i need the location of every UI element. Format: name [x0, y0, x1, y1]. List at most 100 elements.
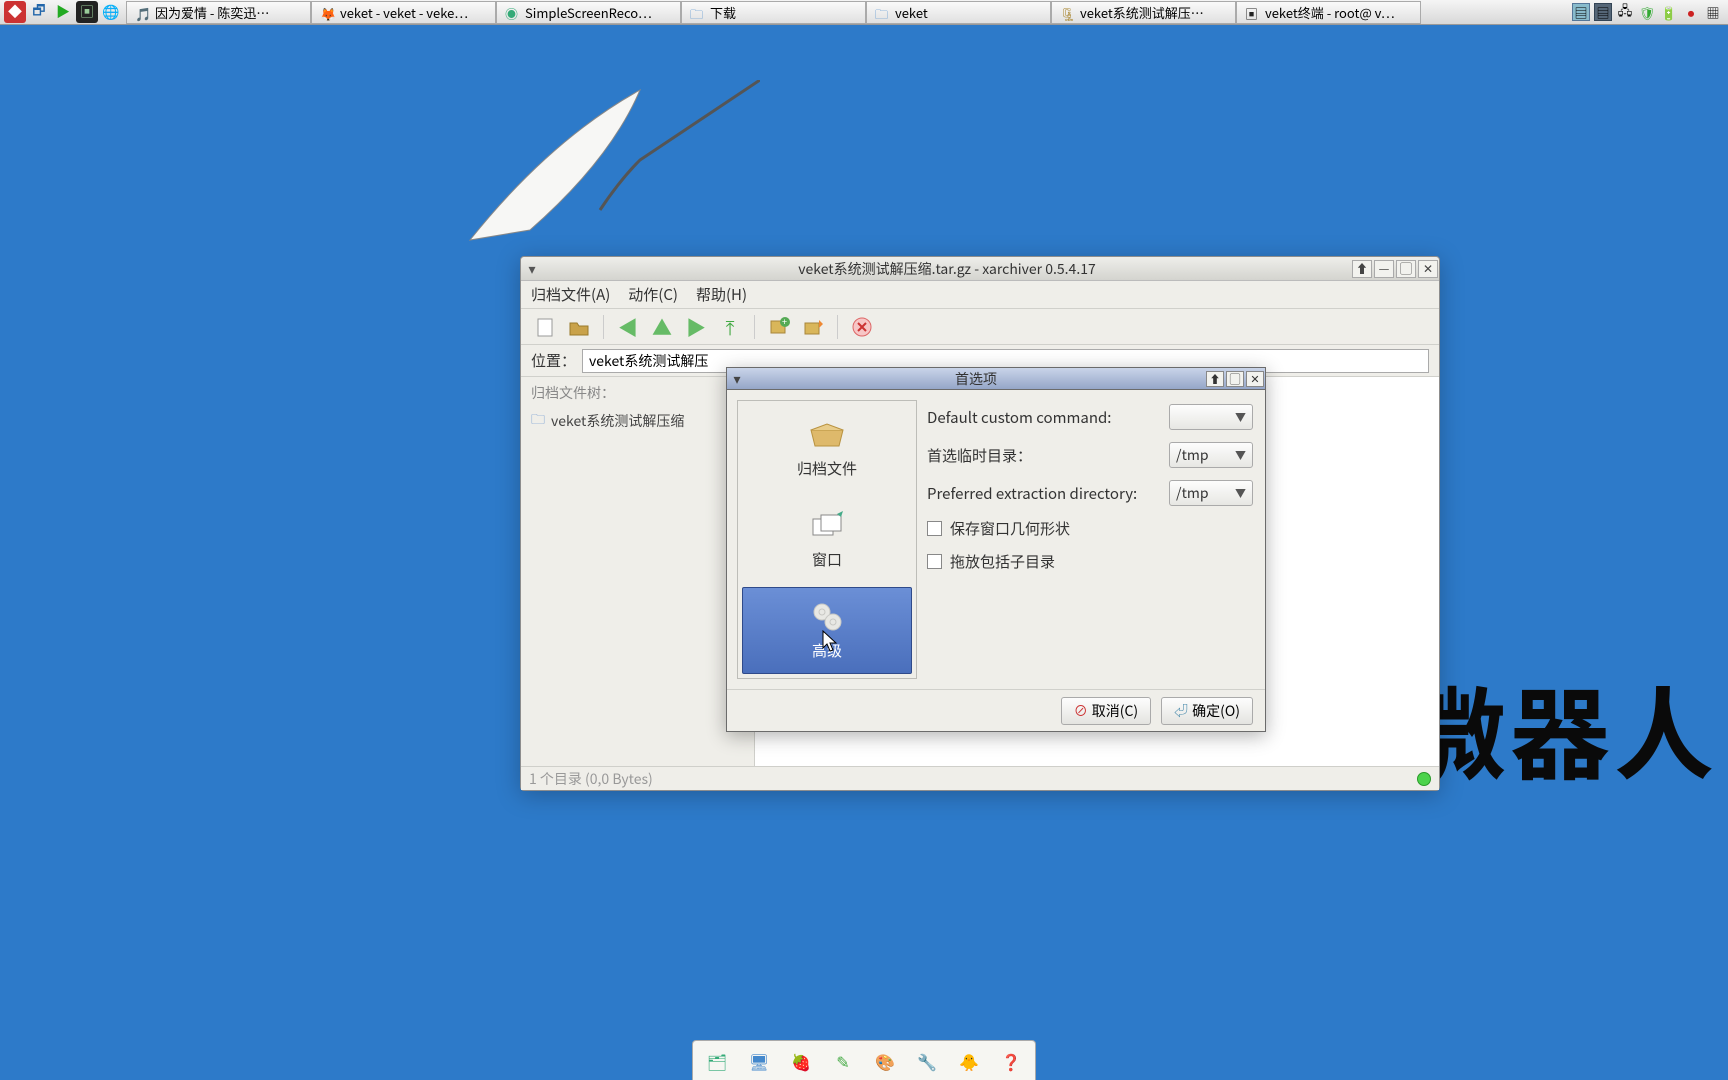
start-menu-icon[interactable]: ◆: [4, 1, 26, 23]
help-dock-icon[interactable]: ❓: [993, 1045, 1029, 1077]
open-archive-icon[interactable]: [565, 313, 593, 341]
desktop-dock-icon[interactable]: 🖥: [741, 1045, 777, 1077]
dropdown-value: /tmp: [1176, 483, 1209, 503]
default-cmd-dropdown[interactable]: ▼: [1169, 404, 1253, 430]
folder-icon: 🗀: [690, 4, 706, 20]
cancel-button[interactable]: ⊘ 取消(C): [1061, 697, 1151, 725]
run-icon[interactable]: ▶: [52, 1, 74, 23]
folder-icon: 🗀: [531, 409, 545, 433]
task-label: veket系统测试解压…: [1080, 3, 1204, 22]
editor-dock-icon[interactable]: ✎: [825, 1045, 861, 1077]
browser-launcher-icon[interactable]: 🌐: [100, 1, 122, 23]
location-label: 位置：: [531, 350, 576, 371]
tree-header: 归档文件树：: [531, 383, 744, 403]
task-item[interactable]: 🗀下载: [681, 1, 866, 24]
button-label: 取消(C): [1092, 701, 1138, 721]
files-dock-icon[interactable]: 🗂: [699, 1045, 735, 1077]
task-label: 下载: [710, 3, 736, 22]
maximize-button[interactable]: ▢: [1396, 260, 1416, 278]
file-manager-icon[interactable]: 🗗: [28, 1, 50, 23]
add-files-icon[interactable]: +: [765, 313, 793, 341]
rollup-icon[interactable]: ▾: [521, 259, 543, 279]
tab-window[interactable]: 窗口: [742, 496, 912, 583]
system-tray: ▤ ▤ 🖧 🛡 🔋 ⏺ ▦: [1566, 3, 1728, 21]
network-icon[interactable]: 🖧: [1616, 3, 1634, 21]
checkbox-drag-subdir[interactable]: 拖放包括子目录: [927, 551, 1253, 572]
status-led-icon: [1417, 772, 1431, 786]
task-item[interactable]: 🗀veket: [866, 1, 1051, 24]
close-button[interactable]: ✕: [1246, 371, 1264, 387]
checkbox-save-geom[interactable]: 保存窗口几何形状: [927, 518, 1253, 539]
menu-action[interactable]: 动作(C): [628, 284, 678, 305]
tree-node-label: veket系统测试解压缩: [551, 411, 684, 431]
checkbox-label: 拖放包括子目录: [950, 551, 1055, 572]
folder-icon: 🗀: [875, 4, 891, 20]
taskbar: ◆ 🗗 ▶ ▣ 🌐 🎵因为爱情 - 陈奕迅… 🦊veket - veket - …: [0, 0, 1728, 25]
dialog-titlebar[interactable]: ▾ 首选项 ⬆ ▢ ✕: [727, 368, 1265, 390]
tray-misc-icon[interactable]: ▦: [1704, 3, 1722, 21]
menu-help[interactable]: 帮助(H): [696, 284, 747, 305]
toolbar: ◀ ▲ ▶ ⤒ +: [521, 309, 1439, 345]
preferences-dialog: ▾ 首选项 ⬆ ▢ ✕ 归档文件 窗口 高级 Default custom co…: [726, 367, 1266, 732]
dropdown-value: /tmp: [1176, 445, 1209, 465]
record-status-icon[interactable]: ⏺: [1682, 3, 1700, 21]
ok-button[interactable]: ⏎ 确定(O): [1161, 697, 1253, 725]
stop-icon[interactable]: [848, 313, 876, 341]
box-icon: [807, 418, 847, 452]
tab-label: 窗口: [812, 549, 842, 570]
label-default-cmd: Default custom command:: [927, 407, 1111, 428]
paint-dock-icon[interactable]: 🎨: [867, 1045, 903, 1077]
up-icon[interactable]: ▲: [648, 313, 676, 341]
battery-icon[interactable]: 🔋: [1660, 3, 1678, 21]
tool-dock-icon[interactable]: 🔧: [909, 1045, 945, 1077]
cancel-icon: ⊘: [1074, 701, 1088, 721]
ontop-button[interactable]: ⬆: [1206, 371, 1224, 387]
archive-icon: 🗜: [1060, 4, 1076, 20]
workspace-switcher-icon[interactable]: ▤: [1572, 3, 1590, 21]
shield-icon[interactable]: 🛡: [1638, 3, 1656, 21]
window-titlebar[interactable]: ▾ veket系统测试解压缩.tar.gz - xarchiver 0.5.4.…: [521, 257, 1439, 281]
cursor-icon: [822, 630, 840, 654]
pet-dock-icon[interactable]: 🐥: [951, 1045, 987, 1077]
label-extract-dir: Preferred extraction directory:: [927, 483, 1137, 504]
menu-archive[interactable]: 归档文件(A): [531, 284, 610, 305]
wallpaper-feather: [460, 80, 760, 280]
forward-icon[interactable]: ▶: [682, 313, 710, 341]
workspace-switcher-icon[interactable]: ▤: [1594, 3, 1612, 21]
minimize-button[interactable]: —: [1374, 260, 1394, 278]
menubar: 归档文件(A) 动作(C) 帮助(H): [521, 281, 1439, 309]
app-dock-icon[interactable]: 🍓: [783, 1045, 819, 1077]
status-text: 1 个目录 (0,0 Bytes): [529, 769, 653, 789]
close-button[interactable]: ✕: [1418, 260, 1438, 278]
temp-dir-dropdown[interactable]: /tmp ▼: [1169, 442, 1253, 468]
chevron-down-icon: ▼: [1235, 409, 1246, 425]
task-item[interactable]: 🗜veket系统测试解压…: [1051, 1, 1236, 24]
task-item[interactable]: 🦊veket - veket - veke…: [311, 1, 496, 24]
watermark-text: 微器人: [1406, 655, 1718, 800]
window-title: veket系统测试解压缩.tar.gz - xarchiver 0.5.4.17: [543, 259, 1351, 279]
task-label: veket - veket - veke…: [340, 3, 468, 22]
dialog-title: 首选项: [747, 369, 1205, 389]
back-icon[interactable]: ◀: [614, 313, 642, 341]
ok-icon: ⏎: [1174, 701, 1188, 721]
dialog-footer: ⊘ 取消(C) ⏎ 确定(O): [727, 689, 1265, 731]
gears-icon: [807, 600, 847, 634]
ontop-button[interactable]: ⬆: [1352, 260, 1372, 278]
task-item[interactable]: 🎵因为爱情 - 陈奕迅…: [126, 1, 311, 24]
new-archive-icon[interactable]: [531, 313, 559, 341]
tree-node[interactable]: 🗀 veket系统测试解压缩: [531, 409, 744, 433]
terminal-icon: ▣: [1245, 4, 1261, 20]
extract-icon[interactable]: [799, 313, 827, 341]
tab-archive[interactable]: 归档文件: [742, 405, 912, 492]
terminal-launcher-icon[interactable]: ▣: [76, 1, 98, 23]
prefs-settings: Default custom command: ▼ 首选临时目录： /tmp ▼…: [925, 400, 1255, 679]
launcher-icons: ◆ 🗗 ▶ ▣ 🌐: [0, 1, 126, 23]
maximize-button[interactable]: ▢: [1226, 371, 1244, 387]
task-item[interactable]: ▣veket终端 - root@ v…: [1236, 1, 1421, 24]
extract-dir-dropdown[interactable]: /tmp ▼: [1169, 480, 1253, 506]
audio-icon: 🎵: [135, 4, 151, 20]
button-label: 确定(O): [1192, 701, 1240, 721]
home-icon[interactable]: ⤒: [716, 313, 744, 341]
rollup-icon[interactable]: ▾: [727, 369, 747, 389]
task-item[interactable]: ◉SimpleScreenReco…: [496, 1, 681, 24]
